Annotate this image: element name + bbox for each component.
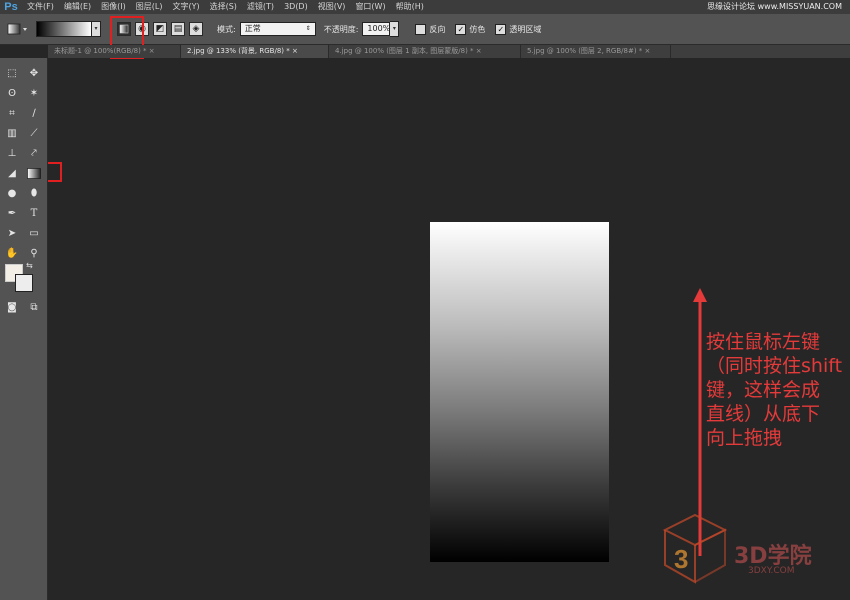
close-icon[interactable]: ×: [149, 47, 155, 55]
lasso-tool-icon[interactable]: ʘ: [2, 84, 22, 102]
menu-layer[interactable]: 图层(L): [131, 0, 168, 14]
pen-tool-icon[interactable]: ✒: [2, 204, 22, 222]
type-tool-icon[interactable]: T: [24, 204, 44, 222]
annotation-line: 键，这样会成: [706, 379, 821, 401]
gradient-canvas[interactable]: [430, 222, 609, 562]
blur-tool-icon[interactable]: ●: [2, 184, 22, 202]
annotation-line: 按住鼠标左键: [706, 331, 821, 353]
gradient-editor-swatch[interactable]: [36, 21, 92, 37]
quick-mask-icon[interactable]: ◙: [2, 298, 22, 316]
rectangle-tool-icon[interactable]: ▭: [24, 224, 44, 242]
dither-checkbox-box[interactable]: ✓: [455, 23, 467, 35]
path-selection-icon[interactable]: ➤: [2, 224, 22, 242]
transparency-checkbox[interactable]: ✓ 透明区域: [495, 23, 542, 35]
crop-tool-icon[interactable]: ⌗: [2, 104, 22, 122]
tab-2-jpg[interactable]: 2.jpg @ 133% (背景, RGB/8) * ×: [181, 45, 329, 58]
move-tool-icon[interactable]: ✥: [24, 64, 44, 82]
menu-help[interactable]: 帮助(H): [391, 0, 429, 14]
close-icon[interactable]: ×: [476, 47, 482, 55]
menu-filter[interactable]: 滤镜(T): [242, 0, 279, 14]
chevron-updown-icon: ⇕: [305, 25, 311, 32]
close-icon[interactable]: ×: [292, 47, 298, 55]
diamond-gradient-icon: ◈: [192, 24, 200, 34]
photoshop-logo: Ps: [4, 1, 18, 13]
gradient-tool-icon: [7, 23, 27, 35]
swap-colors-icon[interactable]: ⇆: [26, 261, 33, 270]
opacity-value: 100%: [367, 24, 391, 33]
background-color-swatch[interactable]: [15, 274, 33, 292]
mode-select[interactable]: 正常 ⇕: [239, 22, 316, 36]
gradient-tool-icon[interactable]: [24, 164, 44, 182]
toolbox: ⬚ ✥ ʘ ✶ ⌗ ∕ ▥ ⟋ ⊥ ⤤ ◢ ● ⬮ ✒ T ➤ ▭ ✋ ⚲ ⇆ …: [0, 58, 48, 600]
menu-bar: Ps 文件(F) 编辑(E) 图像(I) 图层(L) 文字(Y) 选择(S) 滤…: [0, 0, 850, 14]
mode-label: 模式:: [217, 24, 236, 34]
hand-tool-icon[interactable]: ✋: [2, 244, 22, 262]
opacity-dropdown[interactable]: ▾: [390, 21, 400, 37]
logo-url: 3DXY.COM: [748, 566, 795, 576]
document-tabs: 未标题-1 @ 100%(RGB/8) * × 2.jpg @ 133% (背景…: [48, 45, 850, 58]
transparency-checkbox-box[interactable]: ✓: [495, 23, 507, 35]
tool-preset-picker[interactable]: [6, 21, 30, 37]
healing-brush-icon[interactable]: ▥: [2, 124, 22, 142]
menu-edit[interactable]: 编辑(E): [59, 0, 96, 14]
instruction-annotation: 按住鼠标左键 （同时按住shift 键，这样会成 直线）从底下 向上拖拽: [706, 330, 850, 450]
opacity-input[interactable]: 100%: [362, 22, 391, 36]
close-icon[interactable]: ×: [645, 47, 651, 55]
reflected-gradient-button[interactable]: ▤: [171, 22, 185, 36]
tab-4-jpg[interactable]: 4.jpg @ 100% (图层 1 副本, 图层蒙版/8) * ×: [329, 45, 521, 58]
menu-file[interactable]: 文件(F): [22, 0, 59, 14]
gradient-picker-dropdown[interactable]: ▾: [92, 21, 101, 37]
reverse-checkbox[interactable]: 反向: [415, 23, 446, 35]
opacity-label: 不透明度:: [323, 24, 359, 34]
annotation-line: 直线）从底下: [706, 403, 821, 425]
annotation-line: 向上拖拽: [706, 427, 783, 449]
zoom-tool-icon[interactable]: ⚲: [24, 244, 44, 262]
svg-text:3: 3: [674, 544, 688, 574]
diamond-gradient-button[interactable]: ◈: [189, 22, 203, 36]
dodge-tool-icon[interactable]: ⬮: [24, 184, 44, 202]
dither-checkbox[interactable]: ✓ 仿色: [455, 23, 486, 35]
reverse-label: 反向: [429, 24, 446, 34]
history-brush-icon[interactable]: ⤤: [24, 144, 44, 162]
eyedropper-icon[interactable]: ∕: [24, 104, 44, 122]
reflected-gradient-icon: ▤: [173, 24, 183, 34]
reverse-checkbox-box[interactable]: [415, 23, 427, 35]
menu-3d[interactable]: 3D(D): [279, 0, 313, 14]
menu-view[interactable]: 视图(V): [313, 0, 351, 14]
site-watermark: 思缘设计论坛 www.MISSYUAN.COM: [707, 2, 842, 11]
menu-select[interactable]: 选择(S): [205, 0, 242, 14]
menu-type[interactable]: 文字(Y): [167, 0, 204, 14]
brush-tool-icon[interactable]: ⟋: [24, 124, 44, 142]
menu-window[interactable]: 窗口(W): [350, 0, 390, 14]
eraser-tool-icon[interactable]: ◢: [2, 164, 22, 182]
angle-gradient-button[interactable]: ◩: [153, 22, 167, 36]
screen-mode-icon[interactable]: ⧉: [24, 298, 44, 316]
dither-label: 仿色: [469, 24, 486, 34]
tab-5-jpg[interactable]: 5.jpg @ 100% (图层 2, RGB/8#) * ×: [521, 45, 671, 58]
mode-value: 正常: [244, 24, 261, 33]
marquee-tool-icon[interactable]: ⬚: [2, 64, 22, 82]
angle-gradient-icon: ◩: [155, 24, 165, 34]
cube-logo-icon: 3: [662, 513, 728, 584]
transparency-label: 透明区域: [509, 24, 542, 34]
annotation-line: （同时按住shift: [706, 355, 843, 377]
clone-stamp-icon[interactable]: ⊥: [2, 144, 22, 162]
tab-untitled-1[interactable]: 未标题-1 @ 100%(RGB/8) * ×: [48, 45, 181, 58]
3dxy-watermark-logo: 3 3D学院 3DXY.COM: [660, 510, 850, 590]
magic-wand-icon[interactable]: ✶: [24, 84, 44, 102]
menu-image[interactable]: 图像(I): [96, 0, 131, 14]
